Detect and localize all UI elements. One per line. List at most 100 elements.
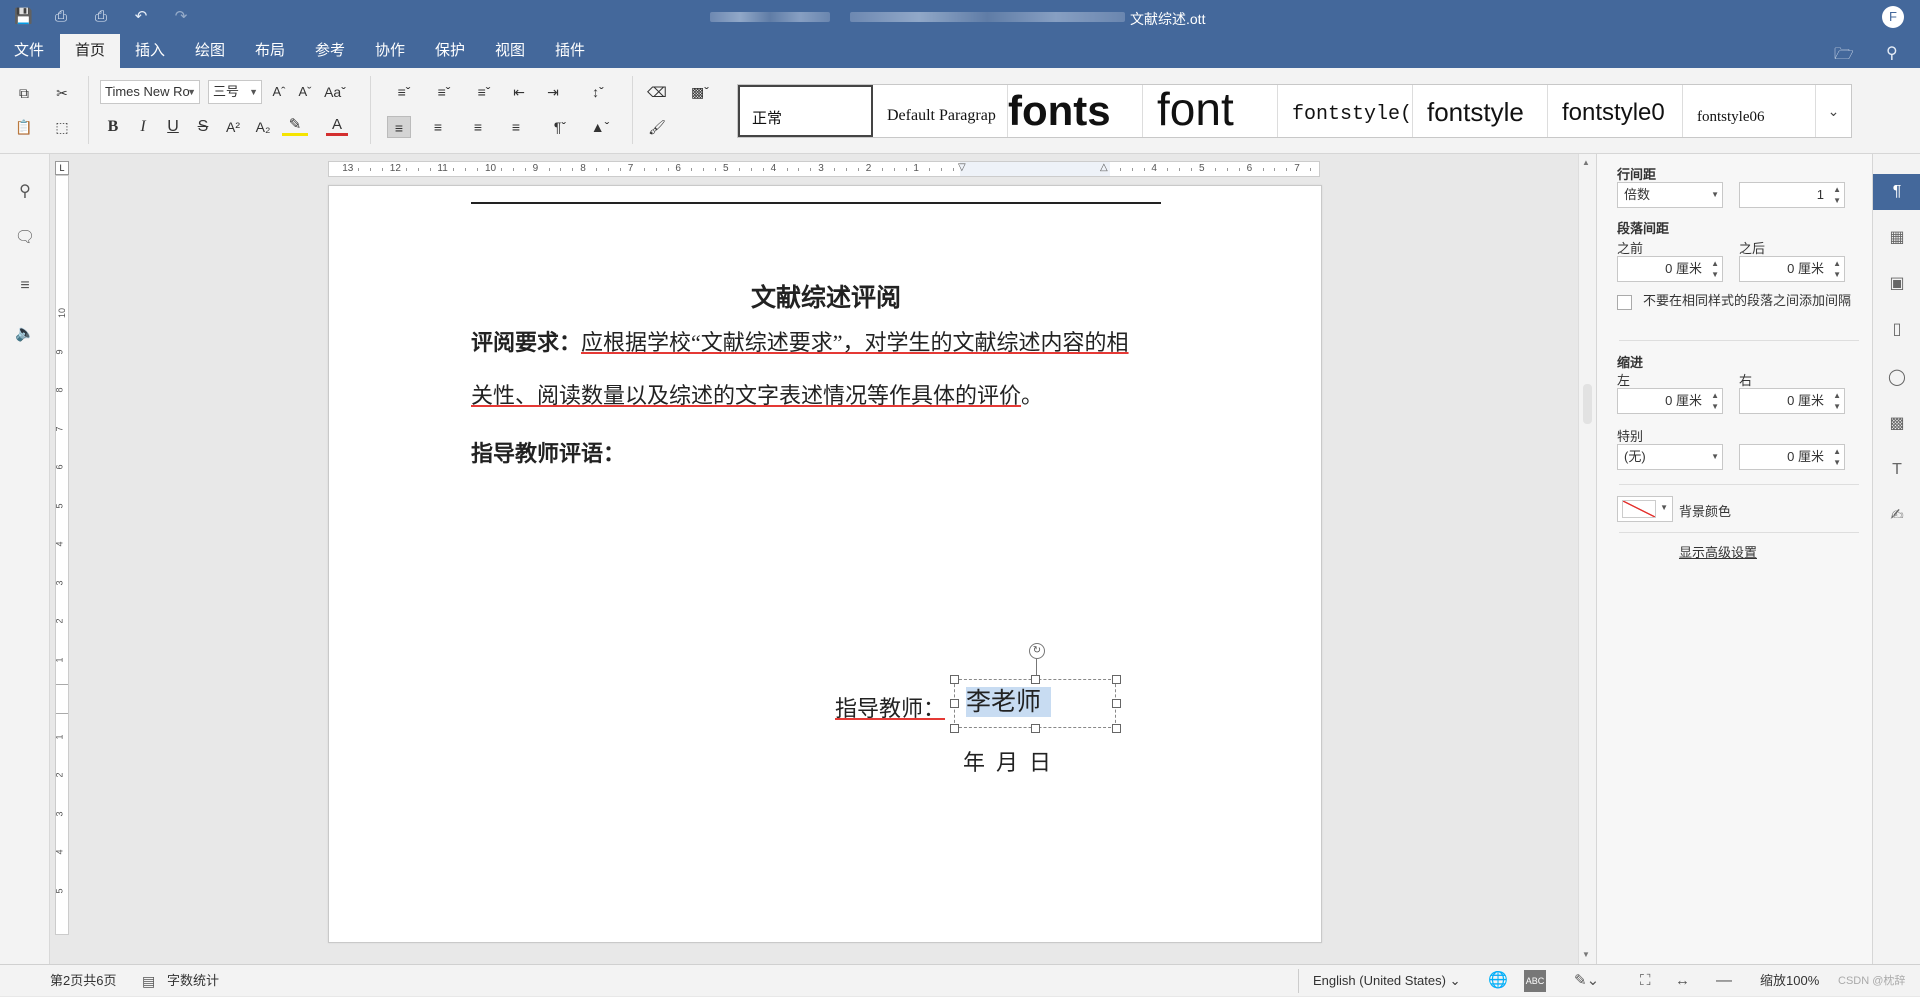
page-info[interactable]: 第2页共6页 bbox=[50, 965, 116, 997]
clear-format-icon[interactable]: ⌫ bbox=[646, 81, 668, 103]
special-indent-input[interactable]: 0 厘米 ▲ ▼ bbox=[1739, 444, 1845, 470]
style-font[interactable]: font bbox=[1143, 85, 1278, 137]
advanced-settings-link[interactable]: 显示高级设置 bbox=[1597, 542, 1839, 561]
line-spacing-mode-select[interactable]: 倍数 ▼ bbox=[1617, 182, 1723, 208]
menu-plugins[interactable]: 插件 bbox=[545, 34, 595, 68]
paste-icon[interactable]: 📋 bbox=[12, 116, 36, 138]
bullet-list-icon[interactable]: ≡ˇ bbox=[388, 81, 420, 103]
cut-icon[interactable]: ✂ bbox=[50, 82, 74, 104]
undo-icon[interactable]: ↶ bbox=[132, 8, 150, 26]
resize-handle[interactable] bbox=[1031, 675, 1040, 684]
search-icon[interactable]: ⚲ bbox=[1886, 43, 1898, 63]
tab-stop-selector[interactable]: L bbox=[55, 161, 69, 175]
italic-icon[interactable]: I bbox=[132, 116, 154, 138]
increase-indent-icon[interactable]: ⇥ bbox=[542, 81, 564, 103]
style-fontstyle06[interactable]: fontstyle06 bbox=[1683, 85, 1817, 137]
menu-protect[interactable]: 保护 bbox=[425, 34, 475, 68]
line-spacing-value-input[interactable]: 1 ▲ ▼ bbox=[1739, 182, 1845, 208]
background-color-picker[interactable]: ▼ bbox=[1617, 496, 1673, 522]
globe-icon[interactable]: 🌐 bbox=[1488, 965, 1508, 997]
vertical-ruler[interactable]: 10 9 8 7 6 5 4 3 2 1 1 2 3 4 5 bbox=[55, 175, 69, 935]
resize-handle[interactable] bbox=[1112, 724, 1121, 733]
style-fonts[interactable]: fonts bbox=[1008, 85, 1143, 137]
save-icon[interactable]: 💾 bbox=[14, 8, 33, 26]
find-icon[interactable]: ⚲ bbox=[13, 180, 37, 204]
style-fontstyle-paren[interactable]: fontstyle( bbox=[1278, 85, 1413, 137]
teacher-name[interactable]: 李老师 bbox=[966, 687, 1052, 717]
align-center-icon[interactable]: ≡ bbox=[426, 116, 450, 138]
table-settings-icon[interactable]: ▦ bbox=[1885, 226, 1909, 250]
fit-page-icon[interactable]: ⛶ bbox=[1640, 965, 1651, 997]
print-icon[interactable]: ⎙ bbox=[52, 8, 70, 26]
gallery-expand-icon[interactable]: ⌄ bbox=[1815, 85, 1851, 137]
chart-settings-icon[interactable]: ▩ bbox=[1885, 412, 1909, 436]
style-fontstyle0[interactable]: fontstyle0 bbox=[1548, 85, 1683, 137]
strikethrough-icon[interactable]: S bbox=[192, 116, 214, 138]
shrink-font-icon[interactable]: Aˇ bbox=[294, 81, 316, 103]
redo-icon[interactable]: ↷ bbox=[172, 8, 190, 26]
bold-icon[interactable]: B bbox=[102, 116, 124, 138]
style-fontstyle[interactable]: fontstyle bbox=[1413, 85, 1548, 137]
resize-handle[interactable] bbox=[950, 699, 959, 708]
justify-icon[interactable]: ≡ bbox=[504, 116, 528, 138]
underline-icon[interactable]: U bbox=[162, 116, 184, 138]
header-footer-icon[interactable]: ▯ bbox=[1885, 318, 1909, 342]
track-changes-icon[interactable]: ✎⌄ bbox=[1574, 965, 1599, 997]
numbered-list-icon[interactable]: ≡ˇ bbox=[428, 81, 460, 103]
speaker-icon[interactable]: 🔈 bbox=[13, 322, 37, 346]
no-space-checkbox[interactable] bbox=[1617, 295, 1632, 310]
resize-handle[interactable] bbox=[1112, 699, 1121, 708]
rotate-handle-icon[interactable]: ↻ bbox=[1029, 643, 1045, 659]
zoom-out-icon[interactable]: — bbox=[1716, 965, 1732, 997]
format-painter-icon[interactable]: 🖌 bbox=[646, 116, 668, 138]
fit-width-icon[interactable]: ↔ bbox=[1675, 965, 1690, 997]
resize-handle[interactable] bbox=[950, 675, 959, 684]
signature-icon[interactable]: ✍ bbox=[1885, 504, 1909, 528]
vertical-scrollbar[interactable]: ▲ ▼ bbox=[1578, 154, 1596, 964]
scroll-down-icon[interactable]: ▼ bbox=[1582, 950, 1590, 959]
word-count-icon[interactable]: ▤ bbox=[142, 965, 155, 997]
left-indent-input[interactable]: 0 厘米 ▲ ▼ bbox=[1617, 388, 1723, 414]
scroll-thumb[interactable] bbox=[1583, 384, 1592, 424]
copy-style-icon[interactable]: ▩ˇ bbox=[684, 81, 716, 103]
copy-icon[interactable]: ⧉ bbox=[12, 82, 36, 104]
multilevel-list-icon[interactable]: ≡ˇ bbox=[468, 81, 500, 103]
print-preview-icon[interactable]: ⎙ bbox=[92, 8, 110, 26]
navigation-icon[interactable]: ≡ bbox=[13, 274, 37, 298]
image-settings-icon[interactable]: ▣ bbox=[1885, 272, 1909, 296]
resize-handle[interactable] bbox=[950, 724, 959, 733]
menu-view[interactable]: 视图 bbox=[485, 34, 535, 68]
spell-check-icon[interactable]: ABC bbox=[1524, 970, 1546, 992]
font-color-icon[interactable]: A bbox=[326, 114, 348, 136]
font-name-select[interactable]: Times New Ro ▼ bbox=[100, 80, 200, 104]
grow-font-icon[interactable]: Aˆ bbox=[268, 81, 290, 103]
language-select[interactable]: English (United States) ⌄ bbox=[1313, 965, 1460, 997]
after-spacing-input[interactable]: 0 厘米 ▲ ▼ bbox=[1739, 256, 1845, 282]
shape-settings-icon[interactable]: ◯ bbox=[1885, 366, 1909, 390]
subscript-icon[interactable]: A₂ bbox=[252, 116, 274, 138]
comments-icon[interactable]: 🗨 bbox=[13, 226, 37, 250]
style-normal[interactable]: 正常 bbox=[738, 85, 873, 137]
resize-handle[interactable] bbox=[1031, 724, 1040, 733]
shading-icon[interactable]: ▲ˇ bbox=[584, 116, 616, 138]
teacher-name-textbox[interactable]: 李老师 bbox=[954, 679, 1116, 728]
superscript-icon[interactable]: A² bbox=[222, 116, 244, 138]
right-indent-input[interactable]: 0 厘米 ▲ ▼ bbox=[1739, 388, 1845, 414]
document-page[interactable]: 文献综述评阅 评阅要求：应根据学校“文献综述要求”，对学生的文献综述内容的相 关… bbox=[328, 185, 1322, 943]
highlight-color-icon[interactable]: ✎ bbox=[282, 114, 308, 136]
menu-draw[interactable]: 绘图 bbox=[185, 34, 235, 68]
user-avatar[interactable]: F bbox=[1882, 6, 1904, 28]
horizontal-ruler[interactable]: 131211109876543211234567 ▽ △ bbox=[328, 161, 1320, 177]
align-right-icon[interactable]: ≡ bbox=[466, 116, 490, 138]
right-indent-marker[interactable]: △ bbox=[1100, 162, 1108, 173]
special-indent-select[interactable]: (无) ▼ bbox=[1617, 444, 1723, 470]
menu-references[interactable]: 参考 bbox=[305, 34, 355, 68]
before-spacing-input[interactable]: 0 厘米 ▲ ▼ bbox=[1617, 256, 1723, 282]
indent-marker[interactable]: ▽ bbox=[958, 162, 966, 173]
paragraph-marks-icon[interactable]: ¶ˇ bbox=[544, 116, 576, 138]
paragraph-settings-icon[interactable]: ¶ bbox=[1873, 174, 1920, 210]
align-left-icon[interactable]: ≡ bbox=[387, 116, 411, 138]
font-size-select[interactable]: 三号 ▼ bbox=[208, 80, 262, 104]
menu-home[interactable]: 首页 bbox=[60, 34, 120, 68]
zoom-level[interactable]: 缩放100% bbox=[1760, 965, 1819, 997]
